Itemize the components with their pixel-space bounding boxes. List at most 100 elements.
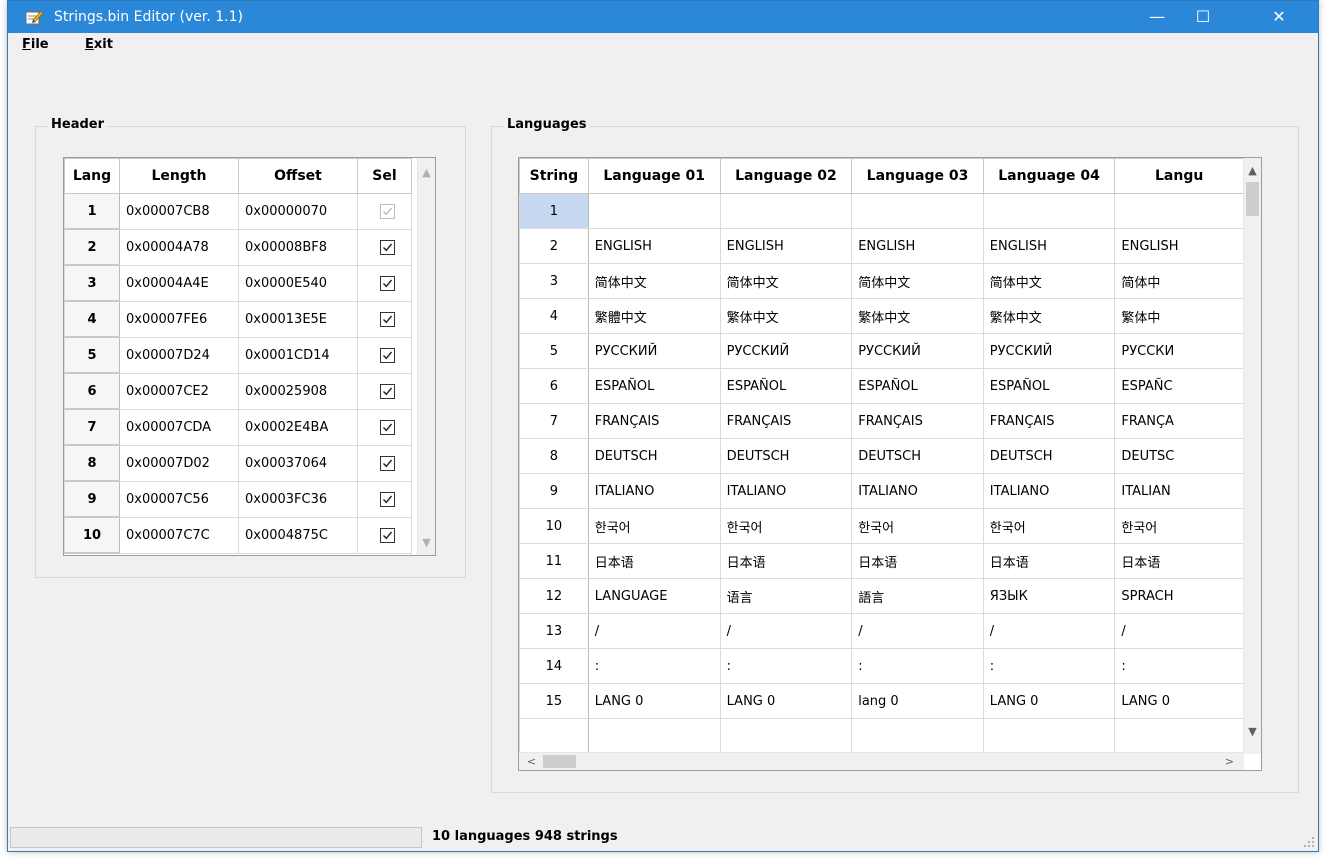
offset-cell[interactable]: 0x00013E5E	[238, 300, 358, 338]
string-cell[interactable]: ITALIANO	[719, 473, 853, 509]
col-length[interactable]: Length	[119, 158, 239, 194]
string-cell[interactable]: 日本语	[719, 543, 853, 579]
checkbox-checked-icon[interactable]	[380, 455, 395, 471]
checkbox-checked-icon[interactable]	[380, 347, 395, 363]
string-cell[interactable]: LANG 0	[1114, 683, 1244, 719]
string-cell[interactable]: 한국어	[1114, 508, 1244, 544]
offset-cell[interactable]: 0x0003FC36	[238, 480, 358, 518]
menu-exit[interactable]: Exit	[85, 37, 113, 52]
sel-cell[interactable]	[357, 480, 412, 518]
string-cell[interactable]: ITALIANO	[851, 473, 984, 509]
string-cell[interactable]: 語言	[851, 578, 984, 614]
sel-cell[interactable]	[357, 300, 412, 338]
string-cell[interactable]: LANG 0	[719, 683, 853, 719]
length-cell[interactable]: 0x00007CE2	[119, 372, 239, 410]
languages-grid[interactable]: String Language 01 Language 02 Language 03 L…	[518, 157, 1262, 771]
table-row[interactable]: 9 ITALIANO ITALIANO ITALIANO ITALIANO ITALIAN	[519, 473, 1244, 509]
title-bar[interactable]: Strings.bin Editor (ver. 1.1) — ☐ ✕	[8, 1, 1318, 33]
string-cell[interactable]: 한국어	[982, 508, 1116, 544]
string-cell[interactable]: ESPAÑOL	[982, 368, 1116, 404]
horizontal-scroll-thumb[interactable]	[543, 755, 576, 768]
sel-cell[interactable]	[357, 336, 412, 374]
string-cell[interactable]: ENGLISH	[1114, 228, 1244, 264]
string-cell[interactable]: 简体中文	[851, 263, 984, 299]
checkbox-checked-icon[interactable]	[380, 527, 395, 543]
lang-number[interactable]: 3	[64, 264, 120, 302]
string-index[interactable]: 6	[519, 368, 589, 404]
string-cell[interactable]: РУССКИ	[1114, 333, 1244, 369]
string-cell[interactable]: FRANÇAIS	[851, 403, 984, 439]
col-language[interactable]: Language 02	[719, 158, 853, 194]
length-cell[interactable]: 0x00007CDA	[119, 408, 239, 446]
col-language[interactable]: Language 01	[587, 158, 721, 194]
string-index[interactable]: 5	[519, 333, 589, 369]
maximize-button[interactable]: ☐	[1180, 1, 1226, 33]
string-cell[interactable]: /	[982, 613, 1116, 649]
sel-cell[interactable]	[357, 193, 412, 230]
lang-number[interactable]: 5	[64, 336, 120, 374]
string-cell[interactable]: 한국어	[719, 508, 853, 544]
string-cell[interactable]: :	[982, 648, 1116, 684]
string-index[interactable]: 10	[519, 508, 589, 544]
table-row[interactable]: 7 0x00007CDA 0x0002E4BA	[64, 408, 412, 446]
string-cell[interactable]: ЯЗЫК	[982, 578, 1116, 614]
string-cell[interactable]: РУССКИЙ	[587, 333, 721, 369]
sel-cell[interactable]	[357, 516, 412, 554]
lang-number[interactable]: 1	[64, 193, 120, 230]
length-cell[interactable]: 0x00007CB8	[119, 193, 239, 230]
table-row[interactable]: 10 한국어 한국어 한국어 한국어 한국어	[519, 508, 1244, 544]
length-cell[interactable]: 0x00007C56	[119, 480, 239, 518]
length-cell[interactable]: 0x00007C7C	[119, 516, 239, 554]
col-sel[interactable]: Sel	[357, 158, 412, 194]
string-cell[interactable]: DEUTSCH	[587, 438, 721, 474]
string-cell[interactable]	[851, 193, 984, 229]
string-cell[interactable]: ENGLISH	[982, 228, 1116, 264]
sel-cell[interactable]	[357, 372, 412, 410]
string-cell[interactable]: 简体中	[1114, 263, 1244, 299]
string-cell[interactable]: 繁体中文	[719, 298, 853, 334]
table-row[interactable]: 11 日本语 日本语 日本语 日本语 日本语	[519, 543, 1244, 579]
string-cell[interactable]: SPRACH	[1114, 578, 1244, 614]
string-cell[interactable]: РУССКИЙ	[982, 333, 1116, 369]
string-cell[interactable]: РУССКИЙ	[719, 333, 853, 369]
sel-cell[interactable]	[357, 264, 412, 302]
offset-cell[interactable]: 0x00025908	[238, 372, 358, 410]
string-cell[interactable]: :	[1114, 648, 1244, 684]
string-cell[interactable]: ESPAÑOL	[719, 368, 853, 404]
table-row[interactable]: 3 0x00004A4E 0x0000E540	[64, 264, 412, 302]
checkbox-checked-icon[interactable]	[380, 311, 395, 327]
string-cell[interactable]: FRANÇAIS	[982, 403, 1116, 439]
table-row[interactable]: 1	[519, 193, 1244, 229]
menu-file[interactable]: File	[22, 37, 49, 52]
string-cell[interactable]: 日本语	[982, 543, 1116, 579]
length-cell[interactable]: 0x00004A4E	[119, 264, 239, 302]
languages-vertical-scrollbar[interactable]: ▲ ▼	[1243, 158, 1261, 754]
sel-cell[interactable]	[357, 444, 412, 482]
string-cell[interactable]: DEUTSCH	[719, 438, 853, 474]
string-cell[interactable]: /	[1114, 613, 1244, 649]
string-cell[interactable]: 简体中文	[719, 263, 853, 299]
string-index[interactable]: 15	[519, 683, 589, 719]
string-cell[interactable]	[587, 718, 721, 754]
string-cell[interactable]: LANGUAGE	[587, 578, 721, 614]
sel-cell[interactable]	[357, 408, 412, 446]
string-cell[interactable]: ITALIANO	[587, 473, 721, 509]
checkbox-checked-icon[interactable]	[380, 239, 395, 255]
string-index[interactable]: 2	[519, 228, 589, 264]
string-cell[interactable]	[719, 718, 853, 754]
minimize-button[interactable]: —	[1134, 1, 1180, 33]
string-cell[interactable]: 繁体中文	[851, 298, 984, 334]
string-cell[interactable]: /	[719, 613, 853, 649]
string-cell[interactable]: ENGLISH	[851, 228, 984, 264]
string-index[interactable]	[519, 718, 589, 754]
table-row[interactable]: 8 DEUTSCH DEUTSCH DEUTSCH DEUTSCH DEUTSC	[519, 438, 1244, 474]
string-cell[interactable]: FRANÇA	[1114, 403, 1244, 439]
string-cell[interactable]: DEUTSC	[1114, 438, 1244, 474]
string-index[interactable]: 1	[519, 193, 589, 229]
header-vertical-scrollbar[interactable]: ▲ ▼	[417, 158, 435, 555]
languages-horizontal-scrollbar[interactable]: < >	[519, 752, 1244, 770]
offset-cell[interactable]: 0x0002E4BA	[238, 408, 358, 446]
string-cell[interactable]: LANG 0	[587, 683, 721, 719]
table-row[interactable]: 2 ENGLISH ENGLISH ENGLISH ENGLISH ENGLISH	[519, 228, 1244, 264]
string-cell[interactable]: /	[587, 613, 721, 649]
